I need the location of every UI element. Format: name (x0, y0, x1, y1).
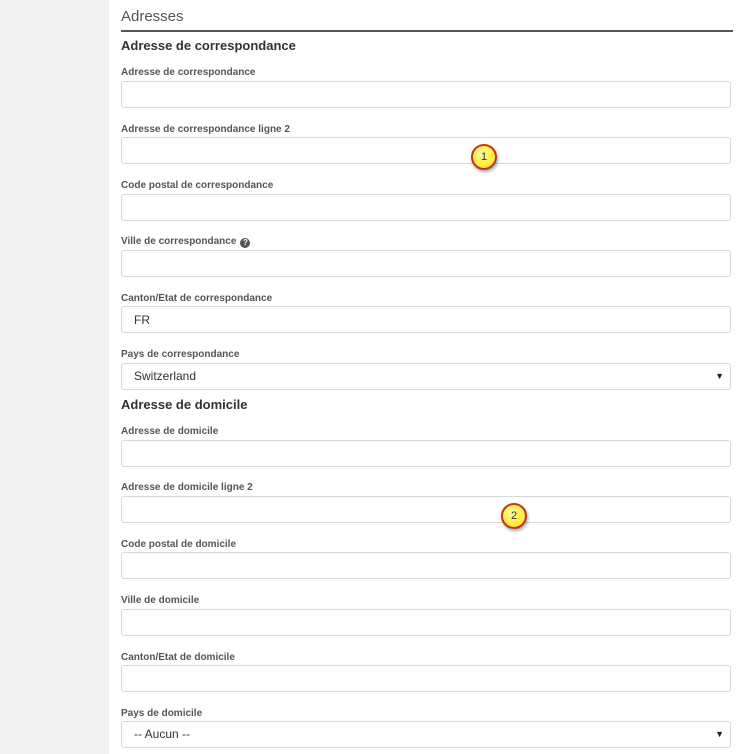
correspondence-country-select[interactable]: Switzerland ▼ (121, 363, 731, 390)
correspondence-canton-input[interactable] (121, 306, 731, 333)
correspondence-address-input[interactable] (121, 81, 731, 108)
section-title: Adresses (121, 8, 184, 25)
correspondence-address2-input[interactable] (121, 137, 731, 164)
domicile-canton-label: Canton/Etat de domicile (121, 652, 235, 663)
domicile-address-label: Adresse de domicile (121, 426, 219, 437)
domicile-address-input[interactable] (121, 440, 731, 467)
domicile-country-value: -- Aucun -- (134, 727, 191, 741)
domicile-heading: Adresse de domicile (121, 397, 248, 412)
domicile-address2-label: Adresse de domicile ligne 2 (121, 482, 253, 493)
caret-down-icon: ▼ (715, 729, 724, 739)
domicile-address2-input[interactable] (121, 496, 731, 523)
correspondence-postal-input[interactable] (121, 194, 731, 221)
correspondence-address-label: Adresse de correspondance (121, 67, 256, 78)
question-circle-icon[interactable]: ? (240, 238, 251, 248)
correspondence-address2-label: Adresse de correspondance ligne 2 (121, 124, 290, 135)
domicile-country-select[interactable]: -- Aucun -- ▼ (121, 721, 731, 748)
domicile-city-label: Ville de domicile (121, 595, 200, 606)
domicile-postal-label: Code postal de domicile (121, 539, 237, 550)
section-divider (121, 30, 733, 32)
callout-badge-1: 1 (471, 144, 497, 170)
correspondence-country-label: Pays de correspondance (121, 349, 240, 360)
correspondence-country-value: Switzerland (134, 369, 197, 383)
callout-badge-2: 2 (501, 503, 527, 529)
domicile-postal-input[interactable] (121, 552, 731, 579)
domicile-country-label: Pays de domicile (121, 708, 203, 719)
caret-down-icon: ▼ (715, 371, 724, 381)
correspondence-heading: Adresse de correspondance (121, 38, 296, 53)
domicile-canton-input[interactable] (121, 665, 731, 692)
correspondence-city-label: Ville de correspondance (121, 236, 237, 247)
correspondence-postal-label: Code postal de correspondance (121, 180, 274, 191)
correspondence-city-input[interactable] (121, 250, 731, 277)
domicile-city-input[interactable] (121, 609, 731, 636)
correspondence-canton-label: Canton/Etat de correspondance (121, 293, 273, 304)
form-panel: Adresses Adresse de correspondance Adres… (109, 0, 750, 754)
correspondence-city-label-row: Ville de correspondance? (121, 236, 251, 248)
